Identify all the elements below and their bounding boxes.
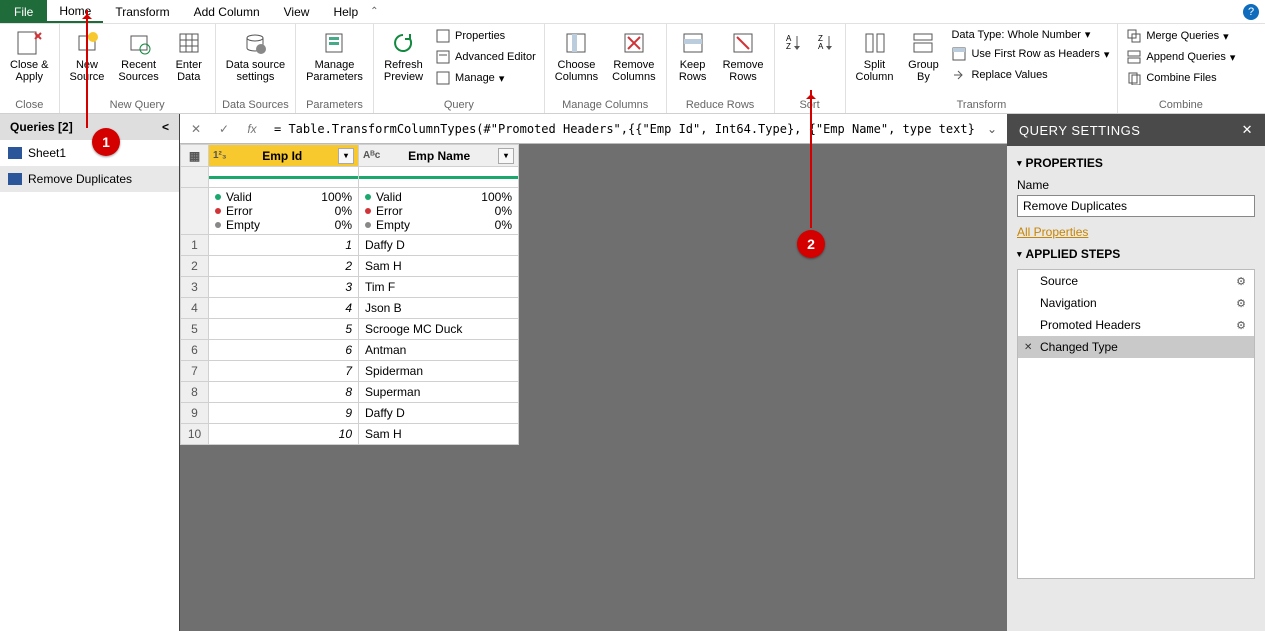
table-row[interactable]: 55Scrooge MC Duck	[181, 319, 519, 340]
table-row[interactable]: 99Daffy D	[181, 403, 519, 424]
query-settings-panel: QUERY SETTINGS ✕ PROPERTIES Name All Pro…	[1007, 114, 1265, 631]
gear-icon[interactable]: ⚙	[1236, 275, 1246, 288]
gear-icon[interactable]: ⚙	[1236, 319, 1246, 332]
collapse-ribbon-icon[interactable]: ⌃	[370, 6, 378, 23]
query-item-remove-duplicates[interactable]: Remove Duplicates	[0, 166, 179, 192]
menu-home[interactable]: Home	[47, 0, 103, 23]
query-settings-title: QUERY SETTINGS	[1019, 123, 1140, 138]
group-by-button[interactable]: GroupBy	[903, 26, 943, 85]
remove-rows-button[interactable]: RemoveRows	[719, 26, 768, 85]
menu-bar: File Home Transform Add Column View Help…	[0, 0, 1265, 24]
fx-icon: fx	[242, 119, 262, 139]
manage-parameters-button[interactable]: ManageParameters	[302, 26, 367, 85]
annotation-badge-2: 2	[797, 230, 825, 258]
gear-icon[interactable]: ⚙	[1236, 297, 1246, 310]
column-filter-icon[interactable]: ▾	[338, 148, 354, 164]
table-row[interactable]: 22Sam H	[181, 256, 519, 277]
ribbon-group-datasources: Data Sources	[222, 99, 289, 113]
split-column-button[interactable]: SplitColumn	[852, 26, 898, 85]
ribbon-group-close: Close	[6, 99, 53, 113]
type-icon: 1²₃	[213, 150, 227, 161]
commit-formula-icon[interactable]: ✓	[214, 119, 234, 139]
annotation-arrow-1	[86, 10, 88, 128]
table-icon	[8, 147, 22, 159]
ribbon-group-combine: Combine	[1124, 99, 1237, 113]
expand-formula-icon[interactable]: ⌄	[987, 122, 1001, 136]
data-type-button[interactable]: Data Type: Whole Number ▾	[949, 26, 1111, 43]
ribbon: Close &Apply Close NewSource RecentSourc…	[0, 24, 1265, 114]
menu-add-column[interactable]: Add Column	[182, 0, 272, 23]
step-changed-type[interactable]: ✕Changed Type	[1018, 336, 1254, 358]
ribbon-group-query: Query	[380, 99, 538, 113]
svg-text:Z: Z	[786, 42, 791, 51]
queries-title: Queries [2]	[10, 120, 73, 134]
remove-columns-button[interactable]: RemoveColumns	[608, 26, 659, 85]
collapse-queries-icon[interactable]: <	[162, 120, 169, 134]
help-icon[interactable]: ?	[1243, 4, 1259, 20]
delete-step-icon[interactable]: ✕	[1024, 342, 1032, 353]
refresh-preview-button[interactable]: RefreshPreview	[380, 26, 427, 85]
append-queries-button[interactable]: Append Queries ▾	[1124, 47, 1237, 67]
step-navigation[interactable]: Navigation⚙	[1018, 292, 1254, 314]
table-icon	[8, 173, 22, 185]
formula-bar: ✕ ✓ fx ⌄	[180, 114, 1007, 144]
menu-help[interactable]: Help	[321, 0, 370, 23]
sort-asc-button[interactable]: AZ	[781, 26, 807, 60]
first-row-headers-button[interactable]: Use First Row as Headers ▾	[949, 44, 1111, 64]
data-table: ▦ 1²₃ Emp Id ▾ Aᴮc Emp Name ▾	[180, 144, 519, 445]
enter-data-button[interactable]: EnterData	[169, 26, 209, 85]
choose-columns-button[interactable]: ChooseColumns	[551, 26, 602, 85]
ribbon-group-manage-columns: Manage Columns	[551, 99, 660, 113]
replace-values-button[interactable]: Replace Values	[949, 65, 1111, 85]
advanced-editor-button[interactable]: Advanced Editor	[433, 47, 538, 67]
combine-files-button[interactable]: Combine Files	[1124, 68, 1237, 88]
step-source[interactable]: Source⚙	[1018, 270, 1254, 292]
query-item-sheet1[interactable]: Sheet1	[0, 140, 179, 166]
close-apply-button[interactable]: Close &Apply	[6, 26, 53, 85]
manage-button[interactable]: Manage ▾	[433, 68, 538, 88]
queries-panel: Queries [2] < Sheet1 Remove Duplicates	[0, 114, 180, 631]
all-properties-link[interactable]: All Properties	[1017, 225, 1255, 239]
merge-queries-button[interactable]: Merge Queries ▾	[1124, 26, 1237, 46]
properties-button[interactable]: Properties	[433, 26, 538, 46]
table-row[interactable]: 11Daffy D	[181, 235, 519, 256]
annotation-badge-1: 1	[92, 128, 120, 156]
table-row[interactable]: 44Json B	[181, 298, 519, 319]
table-corner[interactable]: ▦	[181, 145, 209, 167]
menu-file[interactable]: File	[0, 0, 47, 23]
column-stats: Valid100% Error0% Empty0%	[209, 188, 359, 235]
keep-rows-button[interactable]: KeepRows	[673, 26, 713, 85]
column-header-emp-name[interactable]: Aᴮc Emp Name ▾	[359, 145, 519, 167]
column-header-emp-id[interactable]: 1²₃ Emp Id ▾	[209, 145, 359, 167]
close-settings-icon[interactable]: ✕	[1242, 122, 1253, 138]
menu-transform[interactable]: Transform	[103, 0, 181, 23]
type-icon: Aᴮc	[363, 150, 380, 161]
svg-text:A: A	[818, 42, 824, 51]
table-row[interactable]: 88Superman	[181, 382, 519, 403]
ribbon-group-parameters: Parameters	[302, 99, 367, 113]
step-promoted-headers[interactable]: Promoted Headers⚙	[1018, 314, 1254, 336]
applied-steps-heading[interactable]: APPLIED STEPS	[1017, 247, 1255, 261]
ribbon-group-reduce-rows: Reduce Rows	[673, 99, 768, 113]
table-row[interactable]: 77Spiderman	[181, 361, 519, 382]
column-filter-icon[interactable]: ▾	[498, 148, 514, 164]
properties-heading[interactable]: PROPERTIES	[1017, 156, 1255, 170]
sort-desc-button[interactable]: ZA	[813, 26, 839, 60]
name-label: Name	[1017, 178, 1255, 192]
column-stats: Valid100% Error0% Empty0%	[359, 188, 519, 235]
table-row[interactable]: 33Tim F	[181, 277, 519, 298]
menu-view[interactable]: View	[272, 0, 322, 23]
formula-input[interactable]	[270, 118, 979, 140]
query-name-input[interactable]	[1017, 195, 1255, 217]
annotation-arrow-2	[810, 90, 812, 228]
ribbon-group-transform: Transform	[852, 99, 1112, 113]
recent-sources-button[interactable]: RecentSources	[114, 26, 162, 85]
table-row[interactable]: 66Antman	[181, 340, 519, 361]
cancel-formula-icon[interactable]: ✕	[186, 119, 206, 139]
data-source-settings-button[interactable]: Data sourcesettings	[222, 26, 289, 85]
table-row[interactable]: 1010Sam H	[181, 424, 519, 445]
